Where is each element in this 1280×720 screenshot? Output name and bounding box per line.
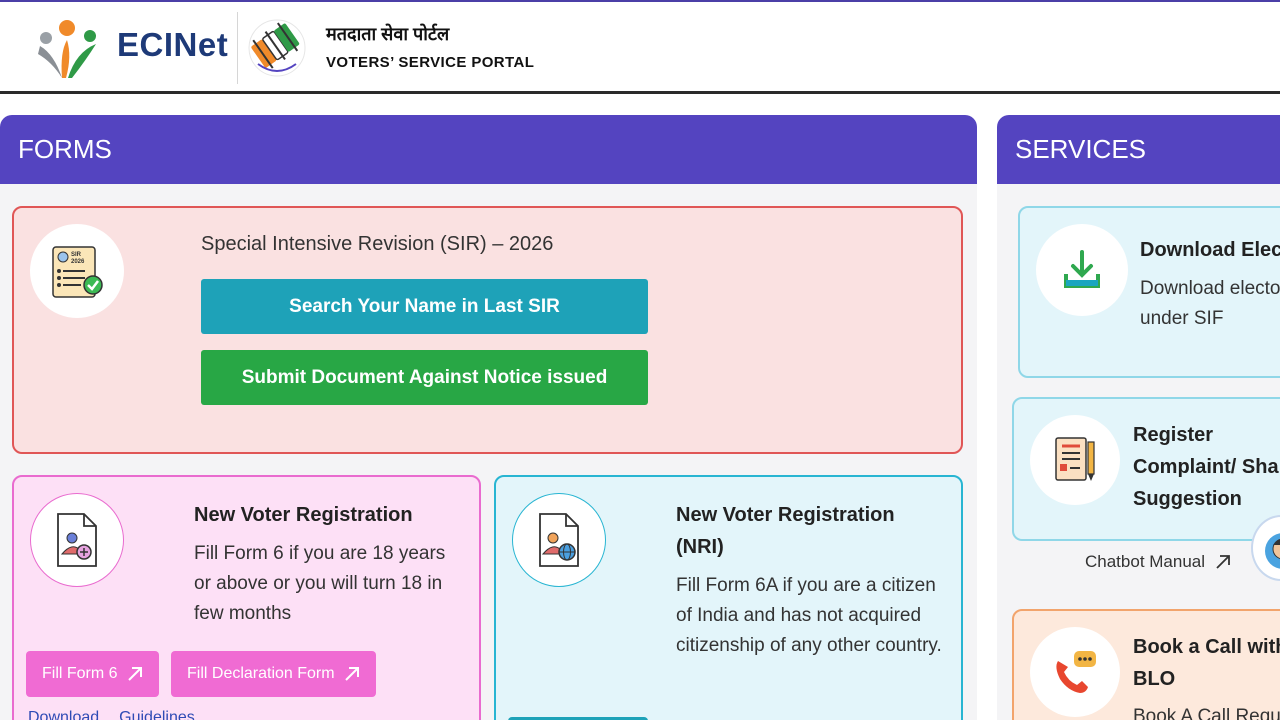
download-tray-icon	[1064, 250, 1100, 288]
brand-name[interactable]: ECINet	[117, 26, 228, 64]
complaint-form-icon	[1055, 437, 1095, 481]
fill-declaration-form-button[interactable]: Fill Declaration Form	[171, 651, 376, 697]
book-call-blo-card[interactable]: Book a Call with BLO Book A Call Requ	[1012, 609, 1280, 720]
search-name-sir-button[interactable]: Search Your Name in Last SIR	[201, 279, 648, 334]
book-call-description: Book A Call Requ	[1133, 706, 1280, 720]
new-voter-icon-circle	[30, 493, 124, 587]
new-voter-title: New Voter Registration	[194, 504, 413, 526]
submit-document-button[interactable]: Submit Document Against Notice issued	[201, 350, 648, 405]
fill-form-6-button[interactable]: Fill Form 6	[26, 651, 159, 697]
chatbot-manual-link[interactable]: Chatbot Manual	[1085, 552, 1231, 572]
ecinet-logo-icon[interactable]	[32, 16, 102, 82]
site-header: ECINet मतदाता सेवा पोर्टल VOTERS’ SERVIC…	[0, 0, 1280, 94]
guidelines-link[interactable]: Guidelines	[119, 709, 195, 720]
sir-card: SIR 2026 Special Intensive Revision (SIR…	[12, 206, 963, 454]
arrow-up-right-icon	[344, 667, 359, 681]
new-voter-registration-card: New Voter Registration Fill Form 6 if yo…	[12, 475, 481, 720]
download-epic-card[interactable]: Download Elec Download electo states und…	[1018, 206, 1280, 378]
forms-heading: FORMS	[0, 115, 977, 184]
new-voter-description: Fill Form 6 if you are 18 years or above…	[194, 543, 446, 624]
nri-icon-circle	[512, 493, 606, 587]
download-epic-title: Download Elec	[1140, 239, 1280, 261]
globe-user-document-icon	[539, 513, 579, 567]
sir-icon-circle: SIR 2026	[30, 224, 124, 318]
portal-title-english: VOTERS’ SERVICE PORTAL	[326, 54, 535, 71]
register-complaint-card[interactable]: Register Complaint/ Sha Suggestion	[1012, 397, 1280, 541]
nri-title: New Voter Registration (NRI)	[676, 504, 895, 558]
fill-declaration-label: Fill Declaration Form	[187, 665, 335, 682]
sir-document-icon: SIR 2026	[52, 246, 103, 298]
svg-text:SIR: SIR	[71, 252, 82, 258]
eci-emblem-icon	[248, 19, 306, 77]
portal-title-hindi: मतदाता सेवा पोर्टल	[326, 24, 450, 44]
services-heading: SERVICES	[997, 115, 1280, 184]
book-call-title: Book a Call with BLO	[1133, 636, 1280, 690]
download-link[interactable]: Download	[28, 709, 99, 720]
complaint-icon-circle	[1030, 415, 1120, 505]
nri-voter-registration-card: New Voter Registration (NRI) Fill Form 6…	[494, 475, 963, 720]
chatbot-manual-label: Chatbot Manual	[1085, 552, 1206, 571]
fill-form-6-label: Fill Form 6	[42, 665, 118, 682]
svg-text:2026: 2026	[71, 259, 85, 265]
header-divider	[237, 12, 238, 84]
new-voter-links: Download Guidelines	[28, 709, 195, 720]
add-user-document-icon	[57, 513, 97, 567]
sir-title: Special Intensive Revision (SIR) – 2026	[201, 233, 554, 255]
download-epic-description: Download electo states under SIF	[1140, 278, 1280, 329]
phone-chat-icon	[1056, 651, 1096, 693]
download-icon-circle	[1036, 224, 1128, 316]
call-icon-circle	[1030, 627, 1120, 717]
arrow-up-right-icon	[1216, 555, 1230, 569]
nri-description: Fill Form 6A if you are a citizen of Ind…	[676, 575, 942, 656]
register-complaint-title: Register Complaint/ Sha Suggestion	[1133, 424, 1279, 510]
arrow-up-right-icon	[127, 667, 142, 681]
